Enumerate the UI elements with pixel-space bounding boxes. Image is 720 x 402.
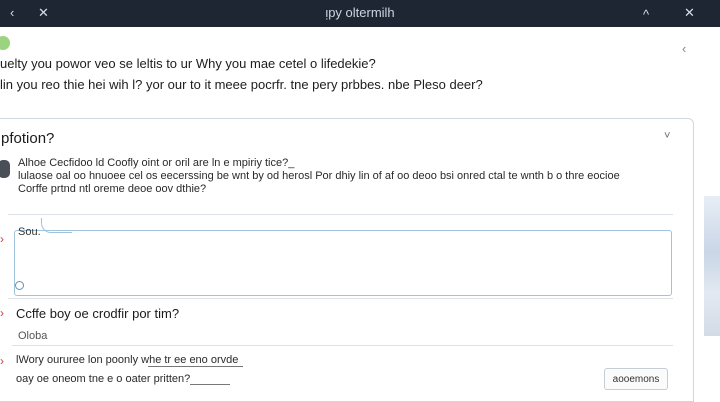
answer-box-accent xyxy=(41,218,72,233)
chevron-left-icon[interactable]: ‹ xyxy=(682,41,686,56)
divider xyxy=(8,214,673,215)
panel-text-line-1: Alhoe Cecfidoo ld Coofly oint or oril ar… xyxy=(18,157,295,169)
panel-text-line-3: Corffe prtnd ntl oreme deoe oov dthie? xyxy=(18,183,207,195)
section-title: Ccffe boy oe crodfir por tim? xyxy=(16,306,180,321)
title-bar: ‹ ✕ ᴉpy oltermilh ^ ✕ xyxy=(0,0,720,27)
submit-button[interactable]: aooemons xyxy=(604,368,668,390)
window-title: ᴉpy oltermilh xyxy=(325,5,395,20)
close-window-icon[interactable]: ✕ xyxy=(684,4,695,22)
marker-icon: › xyxy=(0,232,4,246)
answer-textarea[interactable] xyxy=(14,230,672,296)
panel-text-line-2: lulaose oal oo hnuoee cel os eecerssing … xyxy=(18,170,620,182)
chevron-up-icon[interactable]: ^ xyxy=(643,6,649,24)
marker-icon: › xyxy=(0,354,4,368)
underline xyxy=(190,384,230,385)
panel-title: pfotion? xyxy=(1,130,55,147)
chevron-down-icon[interactable]: ˅ xyxy=(664,130,670,142)
section-subtitle: Oloba xyxy=(18,330,48,342)
intro-line-2: lin you reo thie hei wih l? yor our to i… xyxy=(0,77,483,92)
status-indicator xyxy=(0,36,10,50)
marker-icon: › xyxy=(0,306,4,320)
question-icon xyxy=(0,160,10,178)
underline xyxy=(148,366,243,367)
answer-label: Sou. xyxy=(18,226,41,238)
bottom-line-2: oay oe oneom tne e o oater pritten? xyxy=(16,373,191,385)
side-scroll-strip xyxy=(704,196,720,336)
answer-radio[interactable] xyxy=(15,281,24,290)
divider xyxy=(8,298,673,299)
intro-line-1: uelty you powor veo se leltis to ur Why … xyxy=(0,56,376,71)
bottom-line-1: lWory oururee lon poonly whe tr ee eno o… xyxy=(16,354,239,366)
divider xyxy=(12,345,673,346)
